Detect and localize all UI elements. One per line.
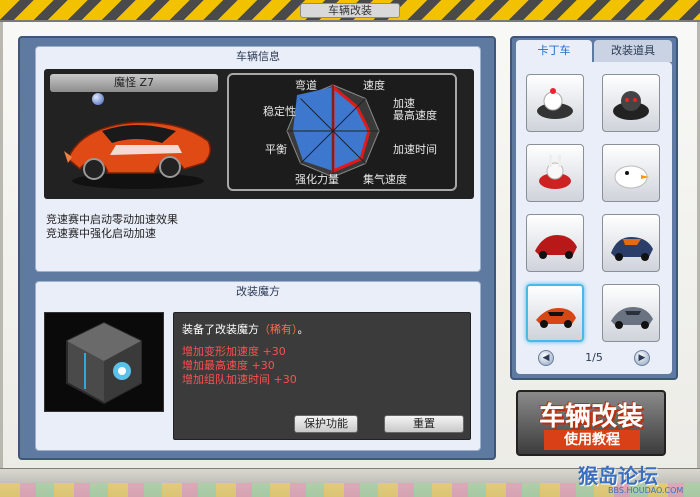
kart-slot-1[interactable] [526,74,584,132]
car-image [64,121,211,189]
stats-radar: 弯道 速度 加速 最高速度 加速时间 集气速度 强化力量 平衡 稳定性 [227,73,457,191]
prev-page-button[interactable]: ◀ [538,350,554,366]
grade-badge-icon [92,93,104,105]
kart-slot-8[interactable] [602,284,660,342]
car-name-label: 魔怪 Z7 [50,74,218,92]
title-bar[interactable]: 车辆改装 [0,0,700,22]
chicken-kart-icon [537,88,573,119]
kart-slot-4[interactable] [602,144,660,202]
cube-icon [66,321,142,405]
tab-kart[interactable]: 卡丁车 [516,40,592,62]
mod-cube-details: 装备了改装魔方（稀有）。 增加变形加速度 +30 增加最高速度 +30 增加组队… [173,312,471,440]
mod-cube-section: 改装魔方 装备了改装魔方（稀有）。 增加变形加速度 +30 增加最高速度 +30… [35,281,481,451]
stat-label-max-speed: 最高速度 [393,109,437,122]
protect-button[interactable]: 保护功能 [294,415,358,433]
stat-label-corner: 弯道 [295,79,317,92]
stat-label-nitro-speed: 集气速度 [363,173,407,186]
stat-label-balance: 平衡 [265,143,287,156]
mod-bonus-3: 增加组队加速时间 +30 [182,373,297,386]
tab-mod-items[interactable]: 改装道具 [594,40,672,62]
kart-slot-5[interactable] [526,214,584,272]
kart-slot-7[interactable] [526,284,584,342]
tutorial-button[interactable]: 车辆改装 使用教程 [516,390,666,456]
vehicle-info-header: 车辆信息 [236,50,280,63]
vehicle-info-section: 车辆信息 魔怪 Z7 弯道 速度 加速 最高速度 加速时间 集气速度 强化力量 … [35,46,481,272]
mod-rarity-text: （稀有） [259,323,298,336]
kart-grid: ◀ 1/5 ▶ [516,62,672,374]
watermark-url: BBS.HOUDAO.COM [608,486,684,495]
cat-kart-icon [613,91,649,120]
kart-slot-3[interactable] [526,144,584,202]
tutorial-subtitle: 使用教程 [544,430,640,450]
blue-racer-icon [611,237,653,261]
vehicle-description-2: 竞速赛中强化启动加速 [46,227,156,240]
penguin-kart-icon [614,165,649,189]
rabbit-kart-icon [539,155,571,189]
demon-z7-icon [536,308,576,328]
pager: ◀ 1/5 ▶ [516,348,672,368]
mod-equipped-end: 。 [297,323,309,336]
radar-chart [286,83,380,178]
left-panel: 车辆信息 魔怪 Z7 弯道 速度 加速 最高速度 加速时间 集气速度 强化力量 … [18,36,496,460]
stat-label-stability: 稳定性 [263,105,296,118]
stat-label-speed: 速度 [363,79,385,92]
tutorial-title: 车辆改装 [538,402,643,432]
red-racer-icon [535,235,577,259]
right-panel: 卡丁车 改装道具 ◀ 1/5 ▶ [510,36,678,380]
mod-cube-title: 装备了改装魔方（稀有）。 [182,321,309,337]
mod-cube-header: 改装魔方 [236,285,280,298]
window-title: 车辆改装 [300,3,400,18]
reset-button[interactable]: 重置 [384,415,464,433]
vehicle-display: 魔怪 Z7 弯道 速度 加速 最高速度 加速时间 集气速度 强化力量 平衡 稳定… [44,69,474,199]
watermark-logo: 猴岛论坛 [578,464,658,488]
page-indicator: 1/5 [585,351,603,364]
stat-label-boost-power: 强化力量 [295,173,339,186]
silver-racer-icon [611,307,653,329]
stat-label-accel-time: 加速时间 [393,143,437,156]
mod-cube-image [44,312,164,412]
mod-equipped-text: 装备了改装魔方 [182,323,259,336]
next-page-button[interactable]: ▶ [634,350,650,366]
kart-slot-6[interactable] [602,214,660,272]
kart-slot-2[interactable] [602,74,660,132]
